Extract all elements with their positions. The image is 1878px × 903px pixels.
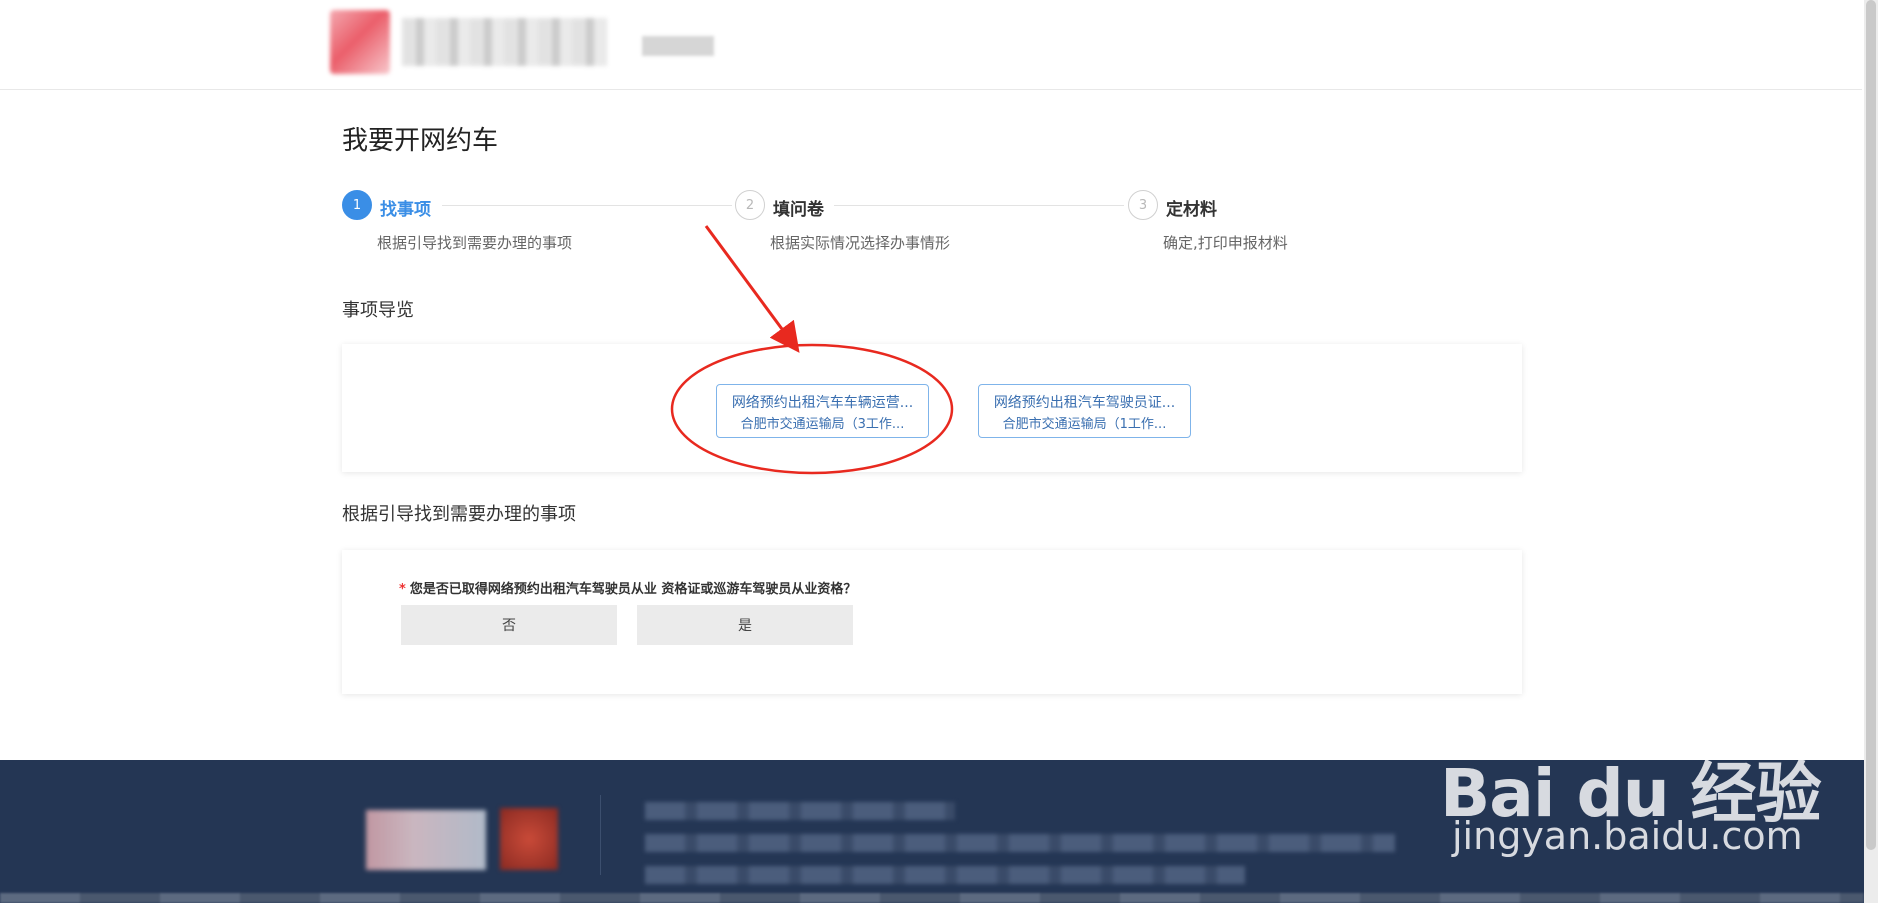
footer-logo-blurred [366,810,486,870]
question-label: 您是否已取得网络预约出租汽车驾驶员从业 资格证或巡游车驾驶员从业资格？ [409,582,857,597]
site-header [0,0,1862,90]
item-title: 网络预约出租汽车驾驶员证... [993,395,1176,411]
question-text: * 您是否已取得网络预约出租汽车驾驶员从业 资格证或巡游车驾驶员从业资格？ [399,578,856,597]
item-title: 网络预约出租汽车车辆运营... [731,395,914,411]
site-subtitle-blurred [642,36,714,56]
scrollbar-thumb[interactable] [1866,0,1876,850]
section-label-navigation: 事项导览 [342,300,414,321]
step-description: 确定,打印申报材料 [1163,234,1288,252]
step-title: 填问卷 [773,200,824,220]
footer-divider [600,795,601,875]
step-title: 找事项 [380,200,431,220]
paw-icon [1570,700,1634,733]
item-department: 合肥市交通运输局（3工作... [740,417,905,432]
step-connector [442,205,732,206]
required-mark: * [399,582,406,597]
site-logo-blurred [330,10,390,74]
step-connector [834,205,1124,206]
step-number: 1 [342,190,372,220]
page-title: 我要开网约车 [342,126,499,156]
taskbar-strip-blurred [0,893,1864,903]
guide-card: * 您是否已取得网络预约出租汽车驾驶员从业 资格证或巡游车驾驶员从业资格？ 否 是 [342,550,1522,694]
navigation-card: 网络预约出租汽车车辆运营... 合肥市交通运输局（3工作... 网络预约出租汽车… [342,344,1522,472]
answer-no-button[interactable]: 否 [401,605,617,645]
step-description: 根据引导找到需要办理的事项 [377,234,573,252]
footer-info-blurred [645,834,1395,852]
step-number: 3 [1128,190,1158,220]
item-driver-certificate-button[interactable]: 网络预约出租汽车驾驶员证... 合肥市交通运输局（1工作... [978,384,1191,438]
section-label-guide: 根据引导找到需要办理的事项 [342,504,576,525]
step-description: 根据实际情况选择办事情形 [770,234,951,252]
site-title-blurred [402,18,607,66]
footer-info-blurred [645,802,955,820]
step-progress: 1 找事项 根据引导找到需要办理的事项 2 填问卷 根据实际情况选择办事情形 3… [342,190,1342,260]
step-number: 2 [735,190,765,220]
footer-emblem-blurred [500,808,558,870]
footer-info-blurred [645,866,1245,884]
step-title: 定材料 [1166,200,1217,220]
item-department: 合肥市交通运输局（1工作... [1002,417,1167,432]
answer-yes-button[interactable]: 是 [637,605,853,645]
site-footer [0,760,1864,903]
item-vehicle-operation-button[interactable]: 网络预约出租汽车车辆运营... 合肥市交通运输局（3工作... [716,384,929,438]
